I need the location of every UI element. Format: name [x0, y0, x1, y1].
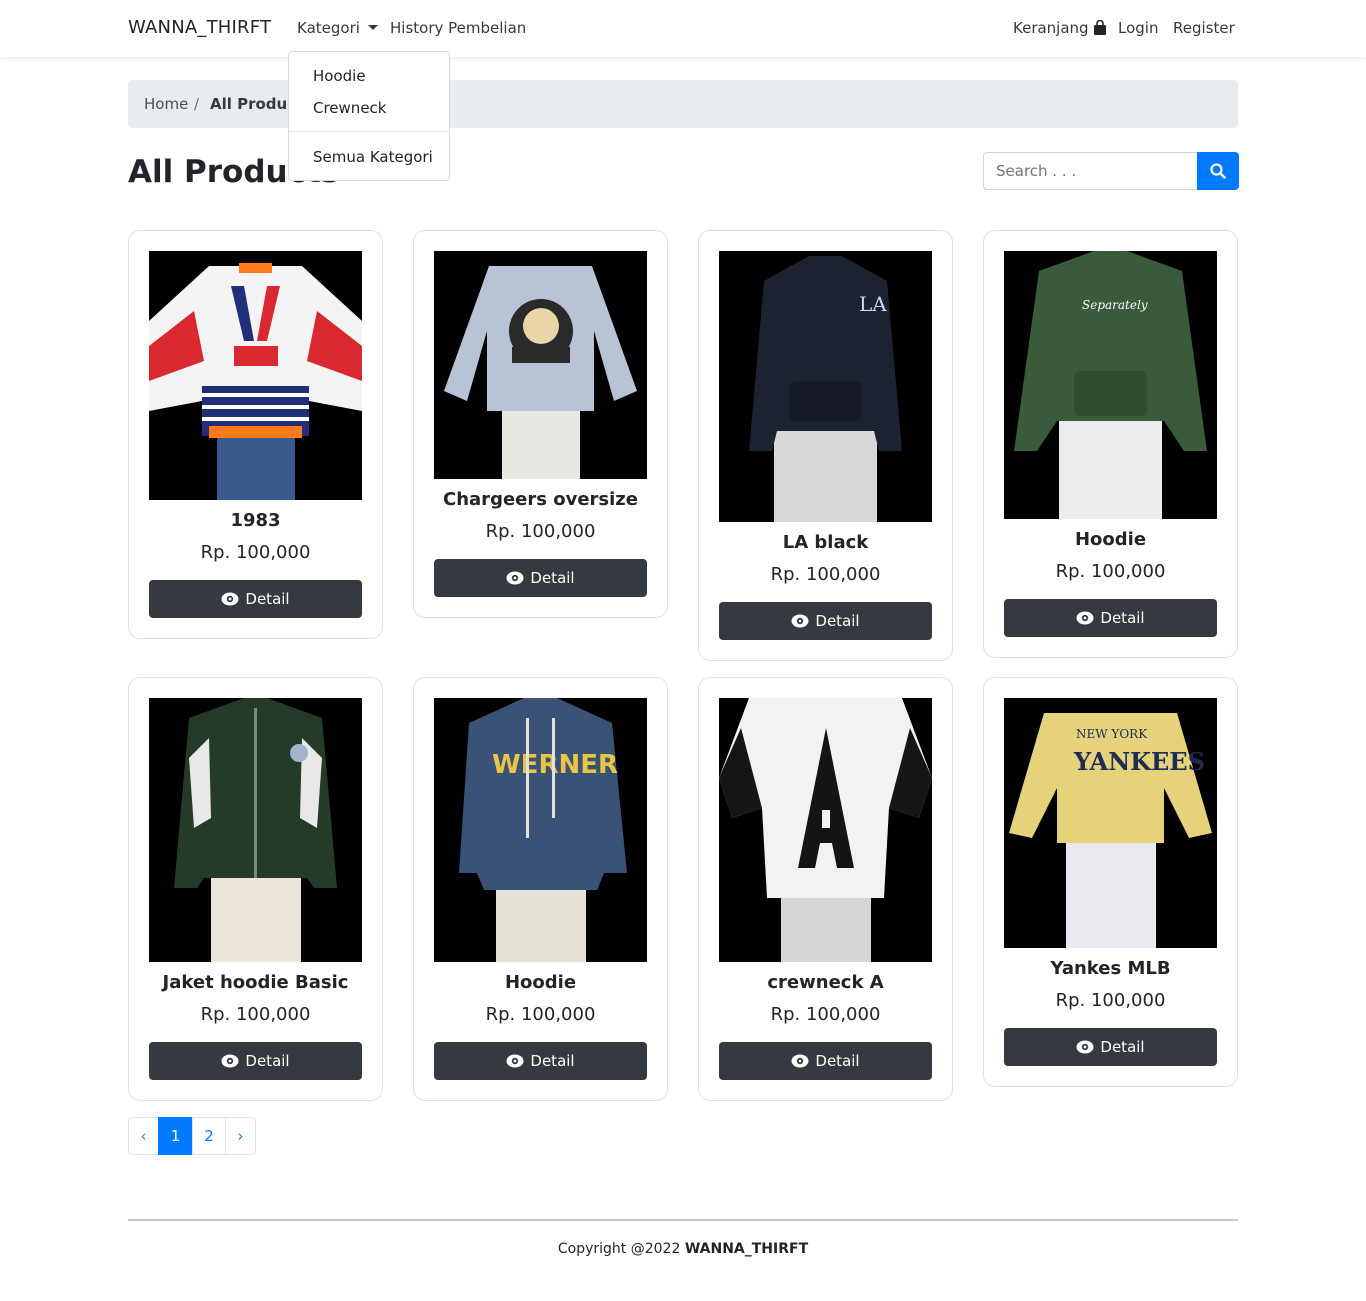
product-price: Rp. 100,000 — [200, 1004, 311, 1025]
product-image[interactable]: NEW YORK YANKEES — [1004, 698, 1217, 948]
svg-text:Separately: Separately — [1082, 298, 1148, 312]
eye-icon — [221, 1054, 239, 1068]
pagination-prev[interactable]: ‹ — [128, 1117, 159, 1155]
detail-label: Detail — [245, 590, 290, 608]
product-card: NEW YORK YANKEES Yankes MLB Rp. 100,000 … — [983, 677, 1238, 1087]
kategori-dropdown-menu: Hoodie Crewneck Semua Kategori — [288, 51, 450, 181]
product-name: Chargeers oversize — [443, 489, 638, 510]
breadcrumb-separator: / — [194, 95, 200, 113]
brand-logo[interactable]: WANNA_THIRFT — [128, 17, 271, 38]
eye-icon — [1076, 611, 1094, 625]
product-image[interactable]: LA — [719, 251, 932, 522]
product-card: Separately Hoodie Rp. 100,000 Detail — [983, 230, 1238, 658]
product-image[interactable] — [149, 251, 362, 500]
detail-button[interactable]: Detail — [149, 580, 362, 618]
sweater-illustration-icon — [149, 251, 362, 500]
product-image[interactable] — [434, 251, 647, 479]
detail-button[interactable]: Detail — [719, 602, 932, 640]
detail-button[interactable]: Detail — [434, 1042, 647, 1080]
breadcrumb-home[interactable]: Home — [144, 95, 188, 113]
product-price: Rp. 100,000 — [770, 564, 881, 585]
eye-icon — [791, 1054, 809, 1068]
nav-kategori-label: Kategori — [297, 19, 360, 37]
footer-brand: WANNA_THIRFT — [684, 1241, 809, 1257]
svg-text:NEW YORK: NEW YORK — [1076, 727, 1148, 741]
svg-text:WERNER: WERNER — [492, 750, 618, 780]
product-price: Rp. 100,000 — [770, 1004, 881, 1025]
dropdown-item-crewneck[interactable]: Crewneck — [313, 99, 386, 117]
pagination-next[interactable]: › — [225, 1117, 256, 1155]
nav-cart-label: Keranjang — [1013, 19, 1089, 37]
nav-kategori-toggle[interactable]: Kategori — [297, 19, 378, 37]
sweater-illustration-icon — [434, 251, 647, 479]
product-image[interactable] — [719, 698, 932, 962]
product-price: Rp. 100,000 — [1055, 990, 1166, 1011]
product-name: Hoodie — [504, 972, 577, 993]
search-input[interactable] — [983, 152, 1198, 190]
product-name: Hoodie — [1074, 529, 1147, 550]
product-name: crewneck A — [767, 972, 884, 993]
detail-label: Detail — [1100, 1038, 1145, 1056]
hoodie-illustration-icon: LA — [719, 251, 932, 522]
product-price: Rp. 100,000 — [200, 542, 311, 563]
product-image[interactable]: WERNER — [434, 698, 647, 962]
product-image[interactable]: Separately — [1004, 251, 1217, 519]
product-card: crewneck A Rp. 100,000 Detail — [698, 677, 953, 1101]
detail-button[interactable]: Detail — [1004, 599, 1217, 637]
product-card: 1983 Rp. 100,000 Detail — [128, 230, 383, 639]
detail-label: Detail — [815, 612, 860, 630]
pagination: ‹ 1 2 › — [128, 1117, 256, 1155]
svg-text:LA: LA — [859, 292, 887, 316]
pagination-page-2[interactable]: 2 — [192, 1117, 226, 1155]
footer-copyright: Copyright @2022 — [557, 1241, 681, 1257]
product-name: LA black — [782, 532, 869, 553]
detail-label: Detail — [1100, 609, 1145, 627]
search-button[interactable] — [1197, 152, 1239, 190]
eye-icon — [506, 1054, 524, 1068]
product-card: Chargeers oversize Rp. 100,000 Detail — [413, 230, 668, 618]
eye-icon — [221, 592, 239, 606]
product-name: Jaket hoodie Basic — [162, 972, 349, 993]
nav-register[interactable]: Register — [1173, 19, 1235, 37]
product-price: Rp. 100,000 — [485, 1004, 596, 1025]
detail-button[interactable]: Detail — [434, 559, 647, 597]
detail-label: Detail — [245, 1052, 290, 1070]
dropdown-divider — [289, 131, 449, 132]
nav-cart[interactable]: Keranjang — [1013, 19, 1107, 37]
nav-login[interactable]: Login — [1118, 19, 1158, 37]
footer-divider — [128, 1219, 1238, 1221]
eye-icon — [1076, 1040, 1094, 1054]
caret-down-icon — [367, 25, 378, 30]
svg-text:YANKEES: YANKEES — [1073, 747, 1205, 776]
navbar: WANNA_THIRFT Kategori History Pembelian … — [0, 0, 1366, 57]
product-card: Jaket hoodie Basic Rp. 100,000 Detail — [128, 677, 383, 1101]
dropdown-item-hoodie[interactable]: Hoodie — [313, 67, 366, 85]
product-name: Yankes MLB — [1050, 958, 1171, 979]
sweater-illustration-icon — [719, 698, 932, 962]
search-icon — [1210, 163, 1226, 179]
hoodie-illustration-icon: WERNER — [434, 698, 647, 962]
detail-label: Detail — [530, 569, 575, 587]
detail-button[interactable]: Detail — [1004, 1028, 1217, 1066]
jacket-illustration-icon — [149, 698, 362, 962]
product-card: WERNER Hoodie Rp. 100,000 Detail — [413, 677, 668, 1101]
pagination-page-1[interactable]: 1 — [158, 1117, 193, 1155]
eye-icon — [506, 571, 524, 585]
detail-button[interactable]: Detail — [149, 1042, 362, 1080]
dropdown-item-all[interactable]: Semua Kategori — [313, 148, 433, 166]
sweater-illustration-icon: NEW YORK YANKEES — [1004, 698, 1217, 948]
nav-history[interactable]: History Pembelian — [390, 19, 526, 37]
product-price: Rp. 100,000 — [1055, 561, 1166, 582]
hoodie-illustration-icon: Separately — [1004, 251, 1217, 519]
product-price: Rp. 100,000 — [485, 521, 596, 542]
detail-label: Detail — [530, 1052, 575, 1070]
shopping-bag-icon — [1093, 20, 1106, 35]
footer: Copyright @2022 WANNA_THIRFT — [0, 1241, 1366, 1257]
product-name: 1983 — [230, 510, 281, 531]
product-image[interactable] — [149, 698, 362, 962]
eye-icon — [791, 614, 809, 628]
detail-button[interactable]: Detail — [719, 1042, 932, 1080]
product-card: LA LA black Rp. 100,000 Detail — [698, 230, 953, 661]
detail-label: Detail — [815, 1052, 860, 1070]
